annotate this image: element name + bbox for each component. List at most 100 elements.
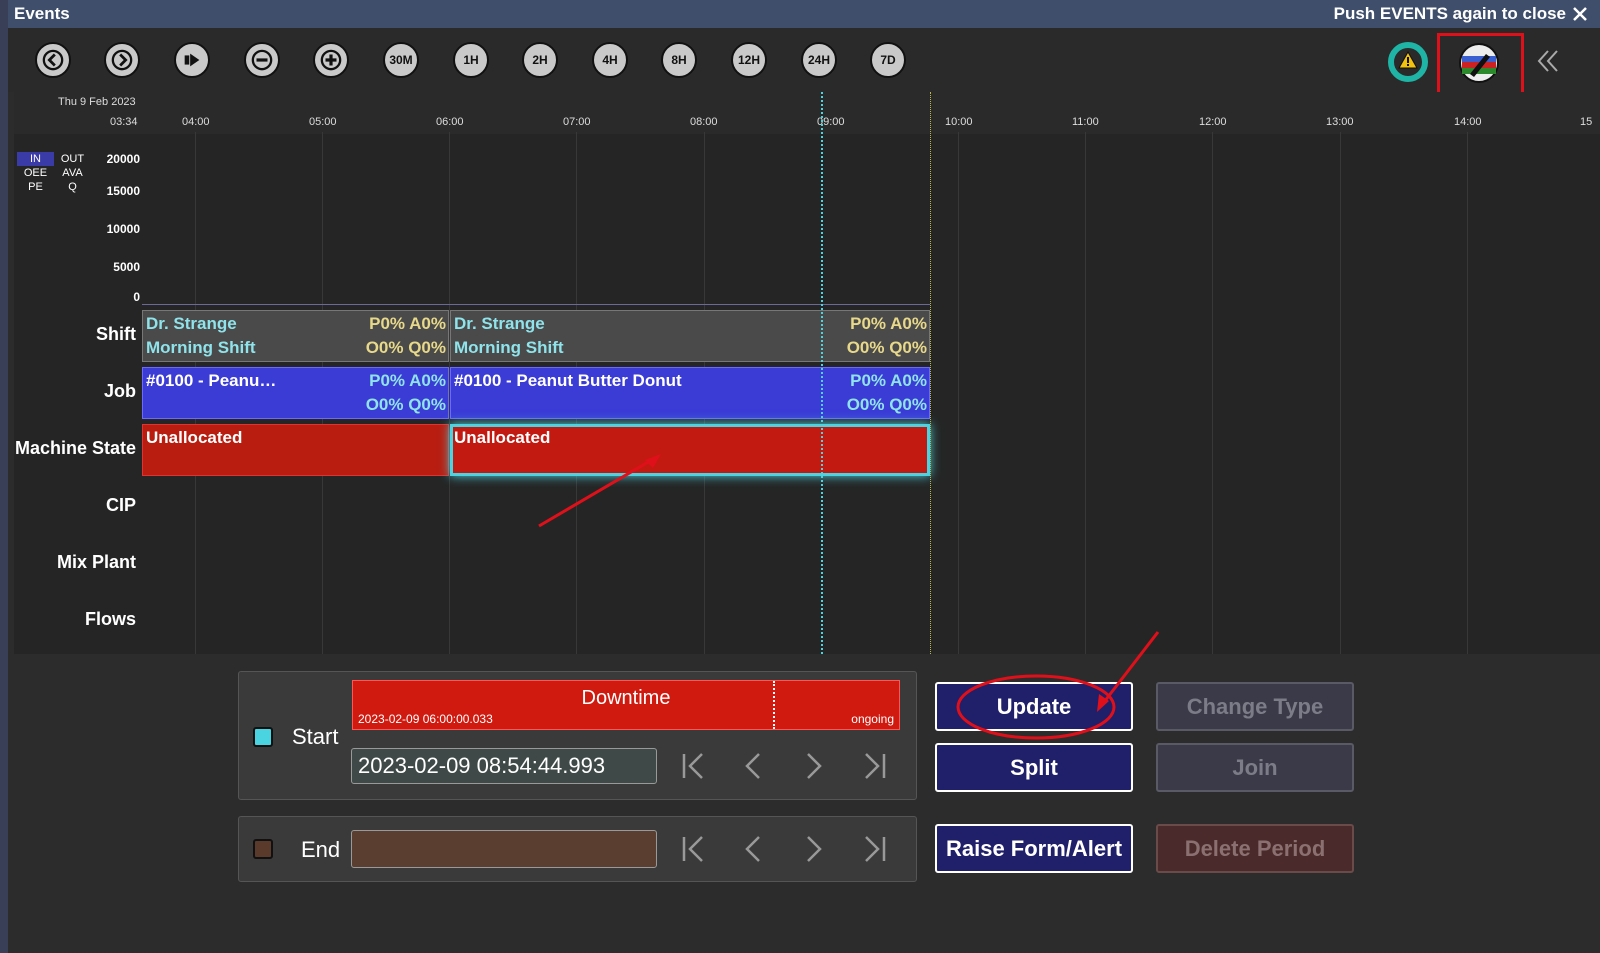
- raise-form-alert-button[interactable]: Raise Form/Alert: [935, 824, 1133, 873]
- close-icon[interactable]: [1572, 6, 1588, 22]
- time-tick: 14:00: [1454, 116, 1482, 128]
- event-split-marker: [773, 681, 775, 729]
- range-4h-button[interactable]: 4H: [592, 42, 628, 78]
- time-tick: 08:00: [690, 116, 718, 128]
- edit-mode-button[interactable]: [1458, 42, 1500, 84]
- range-2h-button[interactable]: 2H: [522, 42, 558, 78]
- edit-pencil-icon: [1459, 43, 1499, 83]
- plus-icon: [320, 49, 342, 71]
- shift-event[interactable]: Dr. Strange Morning Shift P0% A0% O0% Q0…: [142, 310, 449, 362]
- y-axis-tick: 20000: [106, 152, 140, 166]
- chart-baseline: [142, 304, 930, 305]
- shift-pa: P0% A0%: [369, 314, 446, 333]
- change-type-button[interactable]: Change Type: [1156, 682, 1354, 731]
- range-8h-button[interactable]: 8H: [661, 42, 697, 78]
- join-button[interactable]: Join: [1156, 743, 1354, 792]
- chevron-right-icon: [807, 836, 822, 862]
- scroll-back-button[interactable]: [35, 42, 71, 78]
- metric-tab-pe[interactable]: PE: [17, 180, 54, 194]
- event-type: Downtime: [581, 687, 671, 709]
- gridline: [1340, 132, 1341, 654]
- range-30m-button[interactable]: 30M: [383, 42, 419, 78]
- job-oq: O0% Q0%: [846, 395, 927, 414]
- chevron-left-icon: [745, 836, 760, 862]
- range-7d-button[interactable]: 7D: [870, 42, 906, 78]
- time-tick: 15: [1580, 116, 1593, 128]
- close-hint[interactable]: Push EVENTS again to close: [1334, 4, 1588, 24]
- time-tick: 10:00: [945, 116, 973, 128]
- shift-period: Morning Shift: [146, 338, 256, 357]
- event-summary-bar: Downtime 2023-02-09 06:00:00.033 ongoing: [352, 680, 900, 730]
- start-first-button[interactable]: [676, 749, 710, 788]
- shift-period: Morning Shift: [454, 338, 564, 357]
- chevron-right-icon: [111, 49, 133, 71]
- job-name: #0100 - Peanu…: [146, 371, 277, 390]
- job-event[interactable]: #0100 - Peanu… P0% A0% O0% Q0%: [142, 367, 449, 419]
- time-tick: 05:00: [309, 116, 337, 128]
- zoom-out-button[interactable]: [244, 42, 280, 78]
- y-axis-tick: 15000: [106, 184, 140, 198]
- metric-tab-in[interactable]: IN: [17, 152, 54, 166]
- range-1h-button[interactable]: 1H: [453, 42, 489, 78]
- end-prev-button[interactable]: [737, 832, 771, 871]
- metric-tab-q[interactable]: Q: [54, 180, 91, 194]
- time-tick: 07:00: [563, 116, 591, 128]
- metric-tab-oee[interactable]: OEE: [17, 166, 54, 180]
- timeline-date: Thu 9 Feb 2023: [58, 96, 136, 108]
- shift-oq: O0% Q0%: [846, 338, 927, 357]
- start-time-input[interactable]: [351, 748, 657, 784]
- skip-first-icon: [682, 753, 703, 779]
- jump-to-now-button[interactable]: [174, 42, 210, 78]
- row-label-machine-state: Machine State: [14, 438, 136, 458]
- range-12h-button[interactable]: 12H: [731, 42, 767, 78]
- event-start-time: 2023-02-09 06:00:00.033: [358, 712, 493, 726]
- range-end-line: [930, 92, 931, 654]
- start-label: Start: [292, 724, 339, 749]
- scroll-forward-button[interactable]: [104, 42, 140, 78]
- job-pa: P0% A0%: [850, 371, 927, 390]
- end-time-input[interactable]: [351, 830, 657, 868]
- metric-tab-out[interactable]: OUT: [54, 152, 91, 166]
- metric-tab-ava[interactable]: AVA: [54, 166, 91, 180]
- shift-oq: O0% Q0%: [365, 338, 446, 357]
- time-tick: 12:00: [1199, 116, 1227, 128]
- row-label-cip: CIP: [105, 495, 136, 515]
- split-button[interactable]: Split: [935, 743, 1133, 792]
- skip-last-icon: [865, 753, 886, 779]
- machine-state-event[interactable]: Unallocated: [142, 424, 449, 476]
- time-tick: 13:00: [1326, 116, 1354, 128]
- warning-refresh-icon: [1388, 42, 1428, 82]
- alerts-button[interactable]: [1388, 42, 1428, 82]
- skip-last-icon: [865, 836, 886, 862]
- range-24h-button[interactable]: 24H: [801, 42, 837, 78]
- time-tick: 04:00: [182, 116, 210, 128]
- y-axis-tick: 0: [133, 290, 140, 304]
- gridline: [1085, 132, 1086, 654]
- row-label-job: Job: [103, 381, 136, 401]
- job-pa: P0% A0%: [369, 371, 446, 390]
- start-checkbox[interactable]: [253, 727, 273, 747]
- close-hint-text: Push EVENTS again to close: [1333, 4, 1566, 23]
- end-checkbox[interactable]: [253, 839, 273, 859]
- start-last-button[interactable]: [858, 749, 892, 788]
- start-prev-button[interactable]: [737, 749, 771, 788]
- current-time-line: [821, 92, 823, 654]
- shift-name: Dr. Strange: [146, 314, 237, 333]
- machine-state-event-selected[interactable]: Unallocated: [450, 424, 930, 476]
- shift-name: Dr. Strange: [454, 314, 545, 333]
- shift-event[interactable]: Dr. Strange Morning Shift P0% A0% O0% Q0…: [450, 310, 930, 362]
- annotation-arrow: [538, 454, 661, 528]
- machine-state-label: Unallocated: [454, 428, 551, 447]
- delete-period-button[interactable]: Delete Period: [1156, 824, 1354, 873]
- row-label-flows: Flows: [84, 609, 136, 629]
- end-first-button[interactable]: [676, 832, 710, 871]
- jump-end-icon: [184, 53, 200, 67]
- end-next-button[interactable]: [796, 832, 830, 871]
- collapse-panel-button[interactable]: [1536, 48, 1560, 79]
- job-event[interactable]: #0100 - Peanut Butter Donut P0% A0% O0% …: [450, 367, 930, 419]
- start-next-button[interactable]: [796, 749, 830, 788]
- end-last-button[interactable]: [858, 832, 892, 871]
- shift-pa: P0% A0%: [850, 314, 927, 333]
- zoom-in-button[interactable]: [313, 42, 349, 78]
- annotation-ellipse-arrow: [956, 631, 1160, 740]
